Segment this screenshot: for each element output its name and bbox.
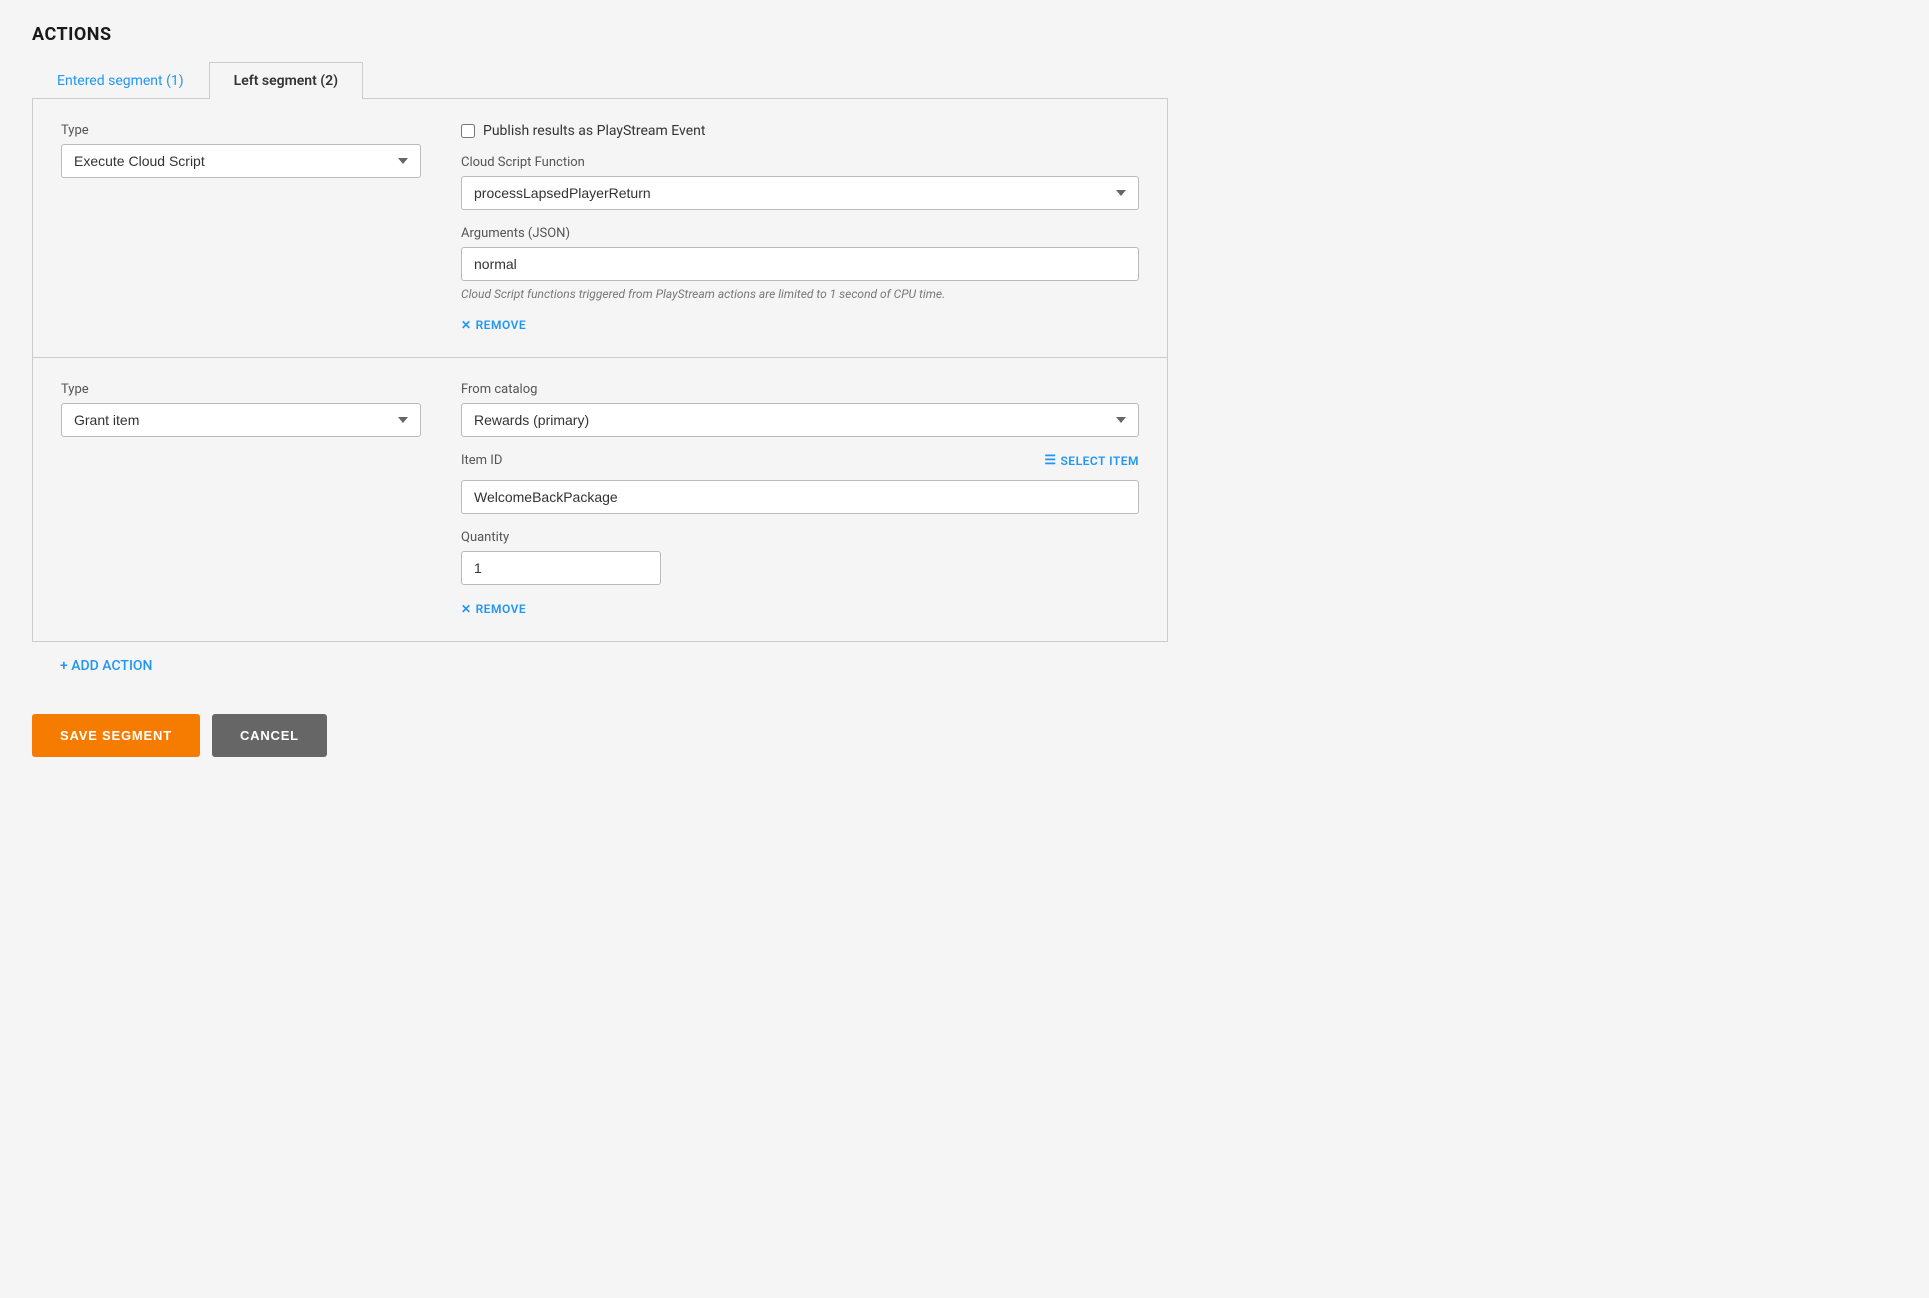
from-catalog-select[interactable]: Rewards (primary): [461, 403, 1139, 437]
publish-checkbox-row: Publish results as PlayStream Event: [461, 123, 1139, 139]
action-block-1-row: Type Execute Cloud Script Publish result…: [61, 123, 1139, 333]
action-block-2-right: From catalog Rewards (primary) Item ID ☰…: [461, 382, 1139, 617]
item-id-group: Item ID ☰ SELECT ITEM: [461, 453, 1139, 514]
select-item-link[interactable]: ☰ SELECT ITEM: [1044, 453, 1139, 468]
remove-x-icon-2: ✕: [461, 602, 472, 616]
cancel-button[interactable]: CANCEL: [212, 714, 327, 757]
tab-entered-segment[interactable]: Entered segment (1): [32, 62, 209, 99]
bottom-buttons: SAVE SEGMENT CANCEL: [32, 714, 1168, 757]
arguments-group: Arguments (JSON) Cloud Script functions …: [461, 226, 1139, 301]
action-block-2-row: Type Grant item From catalog Rewards (pr…: [61, 382, 1139, 617]
item-id-input[interactable]: [461, 480, 1139, 514]
from-catalog-label: From catalog: [461, 382, 1139, 397]
type-label-1: Type: [61, 123, 421, 138]
type-group-2: Type Grant item: [61, 382, 421, 437]
action-block-2: Type Grant item From catalog Rewards (pr…: [33, 358, 1167, 641]
tabs-container: Entered segment (1) Left segment (2): [32, 61, 1168, 99]
action-block-2-left: Type Grant item: [61, 382, 421, 453]
page-container: ACTIONS Entered segment (1) Left segment…: [0, 0, 1200, 781]
publish-checkbox[interactable]: [461, 124, 475, 138]
from-catalog-group: From catalog Rewards (primary): [461, 382, 1139, 437]
action-block-1: Type Execute Cloud Script Publish result…: [33, 99, 1167, 358]
item-id-label: Item ID: [461, 453, 502, 468]
arguments-label: Arguments (JSON): [461, 226, 1139, 241]
list-icon: ☰: [1044, 453, 1056, 468]
action-block-1-left: Type Execute Cloud Script: [61, 123, 421, 194]
type-select-2[interactable]: Grant item: [61, 403, 421, 437]
item-id-header: Item ID ☰ SELECT ITEM: [461, 453, 1139, 468]
tab-left-segment[interactable]: Left segment (2): [209, 62, 363, 99]
cloud-script-function-group: Cloud Script Function processLapsedPlaye…: [461, 155, 1139, 210]
quantity-input[interactable]: [461, 551, 661, 585]
page-title: ACTIONS: [32, 24, 1168, 45]
quantity-label: Quantity: [461, 530, 1139, 545]
remove-link-1[interactable]: ✕ REMOVE: [461, 318, 526, 332]
type-select-1[interactable]: Execute Cloud Script: [61, 144, 421, 178]
publish-label: Publish results as PlayStream Event: [483, 123, 705, 139]
type-label-2: Type: [61, 382, 421, 397]
save-segment-button[interactable]: SAVE SEGMENT: [32, 714, 200, 757]
cloud-script-function-label: Cloud Script Function: [461, 155, 1139, 170]
hint-text-1: Cloud Script functions triggered from Pl…: [461, 287, 1139, 301]
action-block-1-right: Publish results as PlayStream Event Clou…: [461, 123, 1139, 333]
remove-link-2[interactable]: ✕ REMOVE: [461, 602, 526, 616]
quantity-group: Quantity: [461, 530, 1139, 585]
arguments-input[interactable]: [461, 247, 1139, 281]
cloud-script-function-select[interactable]: processLapsedPlayerReturn: [461, 176, 1139, 210]
add-action-button[interactable]: + ADD ACTION: [32, 642, 181, 690]
type-group-1: Type Execute Cloud Script: [61, 123, 421, 178]
content-area: Type Execute Cloud Script Publish result…: [32, 99, 1168, 642]
remove-x-icon-1: ✕: [461, 318, 472, 332]
